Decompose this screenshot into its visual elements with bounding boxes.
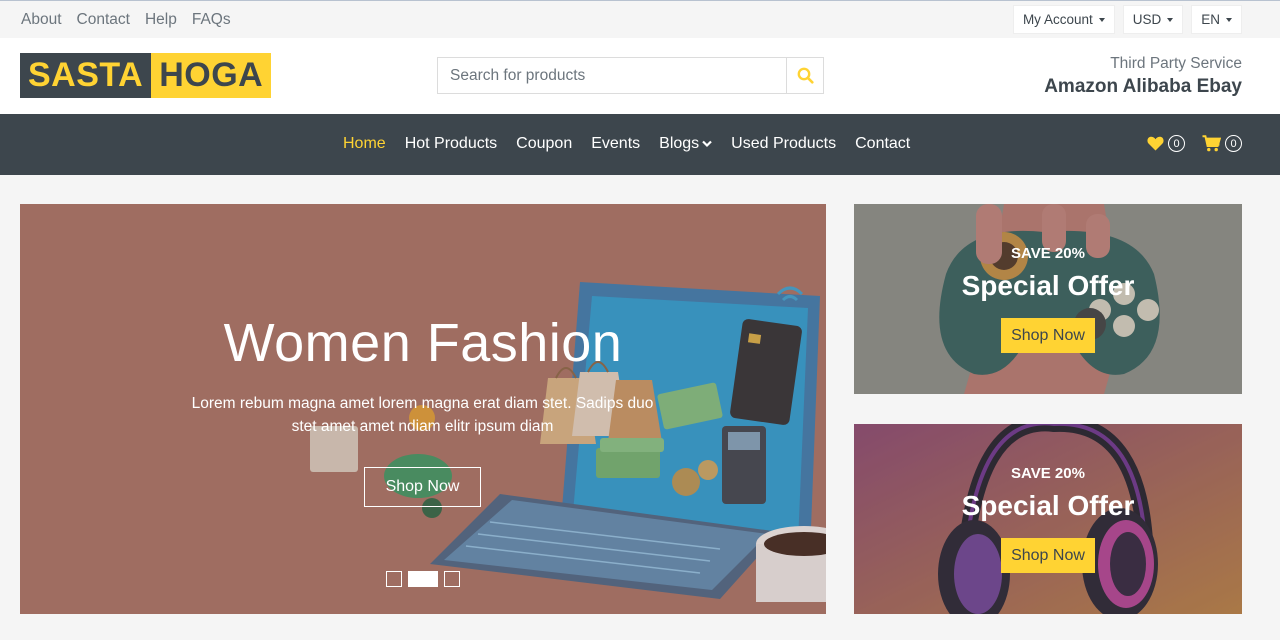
hero-text: Lorem rebum magna amet lorem magna erat … — [191, 395, 654, 435]
nav-item-contact[interactable]: Contact — [855, 135, 910, 153]
offer-shop-now-button[interactable]: Shop Now — [1001, 538, 1095, 573]
top-bar: About Contact Help FAQs My Account USD E… — [0, 0, 1280, 38]
offer-card-1[interactable]: SAVE 20% Special Offer Shop Now — [854, 204, 1242, 394]
my-account-label: My Account — [1022, 12, 1093, 27]
search-bar — [437, 57, 824, 94]
carousel-indicators — [386, 571, 460, 587]
my-account-dropdown[interactable]: My Account — [1012, 5, 1115, 34]
third-party-service: Third Party Service Amazon Alibaba Ebay — [1044, 55, 1242, 98]
nav-icons: 0 0 — [1147, 135, 1242, 152]
third-party-names: Amazon Alibaba Ebay — [1044, 76, 1242, 97]
currency-label: USD — [1132, 12, 1162, 27]
nav-item-events[interactable]: Events — [591, 135, 640, 153]
language-label: EN — [1201, 12, 1220, 27]
currency-dropdown[interactable]: USD — [1122, 5, 1184, 34]
main-nav: Home Hot Products Coupon Events Blogs Us… — [0, 114, 1280, 175]
offer-card-2[interactable]: SAVE 20% Special Offer Shop Now — [854, 424, 1242, 614]
carousel-indicator-3[interactable] — [444, 571, 460, 587]
offer-save-label: SAVE 20% — [1011, 465, 1085, 482]
offer-shop-now-button[interactable]: Shop Now — [1001, 318, 1095, 353]
hero-shop-now-button[interactable]: Shop Now — [364, 467, 481, 507]
hero-carousel[interactable]: Women Fashion Lorem rebum magna amet lor… — [20, 204, 826, 614]
caret-down-icon — [1226, 17, 1232, 22]
search-icon — [797, 67, 814, 84]
nav-item-blogs[interactable]: Blogs — [659, 135, 712, 153]
carousel-indicator-2[interactable] — [408, 571, 438, 587]
nav-item-coupon[interactable]: Coupon — [516, 135, 572, 153]
third-party-label: Third Party Service — [1110, 55, 1242, 72]
site-header: SASTA HOGA Third Party Service Amazon Al… — [0, 38, 1280, 114]
offer-title: Special Offer — [961, 270, 1135, 301]
caret-down-icon — [1098, 17, 1105, 22]
chevron-down-icon — [702, 140, 712, 148]
wishlist-count: 0 — [1168, 135, 1185, 152]
top-link-about[interactable]: About — [21, 11, 62, 29]
nav-item-blogs-label: Blogs — [659, 135, 700, 152]
nav-item-home[interactable]: Home — [343, 135, 386, 153]
nav-item-used-products[interactable]: Used Products — [731, 135, 836, 153]
heart-icon — [1147, 136, 1164, 151]
site-logo[interactable]: SASTA HOGA — [20, 53, 272, 98]
nav-item-hot-products[interactable]: Hot Products — [405, 135, 497, 153]
offer-title: Special Offer — [961, 490, 1135, 521]
logo-part1: SASTA — [20, 53, 152, 98]
cart-count: 0 — [1225, 135, 1242, 152]
top-links: About Contact Help FAQs — [21, 11, 246, 29]
top-link-contact[interactable]: Contact — [77, 11, 130, 29]
cart-icon — [1202, 135, 1221, 152]
carousel-indicator-1[interactable] — [386, 571, 402, 587]
search-button[interactable] — [786, 57, 824, 94]
search-input[interactable] — [437, 57, 786, 94]
cart-button[interactable]: 0 — [1202, 135, 1242, 152]
hero-title-wrap: Women Fashion — [20, 312, 826, 374]
top-link-help[interactable]: Help — [145, 11, 177, 29]
top-link-faqs[interactable]: FAQs — [192, 11, 231, 29]
hero-title: Women Fashion — [223, 313, 623, 373]
nav-links: Home Hot Products Coupon Events Blogs Us… — [343, 135, 929, 153]
offer-save-label: SAVE 20% — [1011, 245, 1085, 262]
language-dropdown[interactable]: EN — [1191, 5, 1242, 34]
wishlist-button[interactable]: 0 — [1147, 135, 1185, 152]
logo-part2: HOGA — [151, 53, 272, 98]
caret-down-icon — [1167, 17, 1174, 22]
top-dropdowns: My Account USD EN — [1012, 5, 1242, 34]
